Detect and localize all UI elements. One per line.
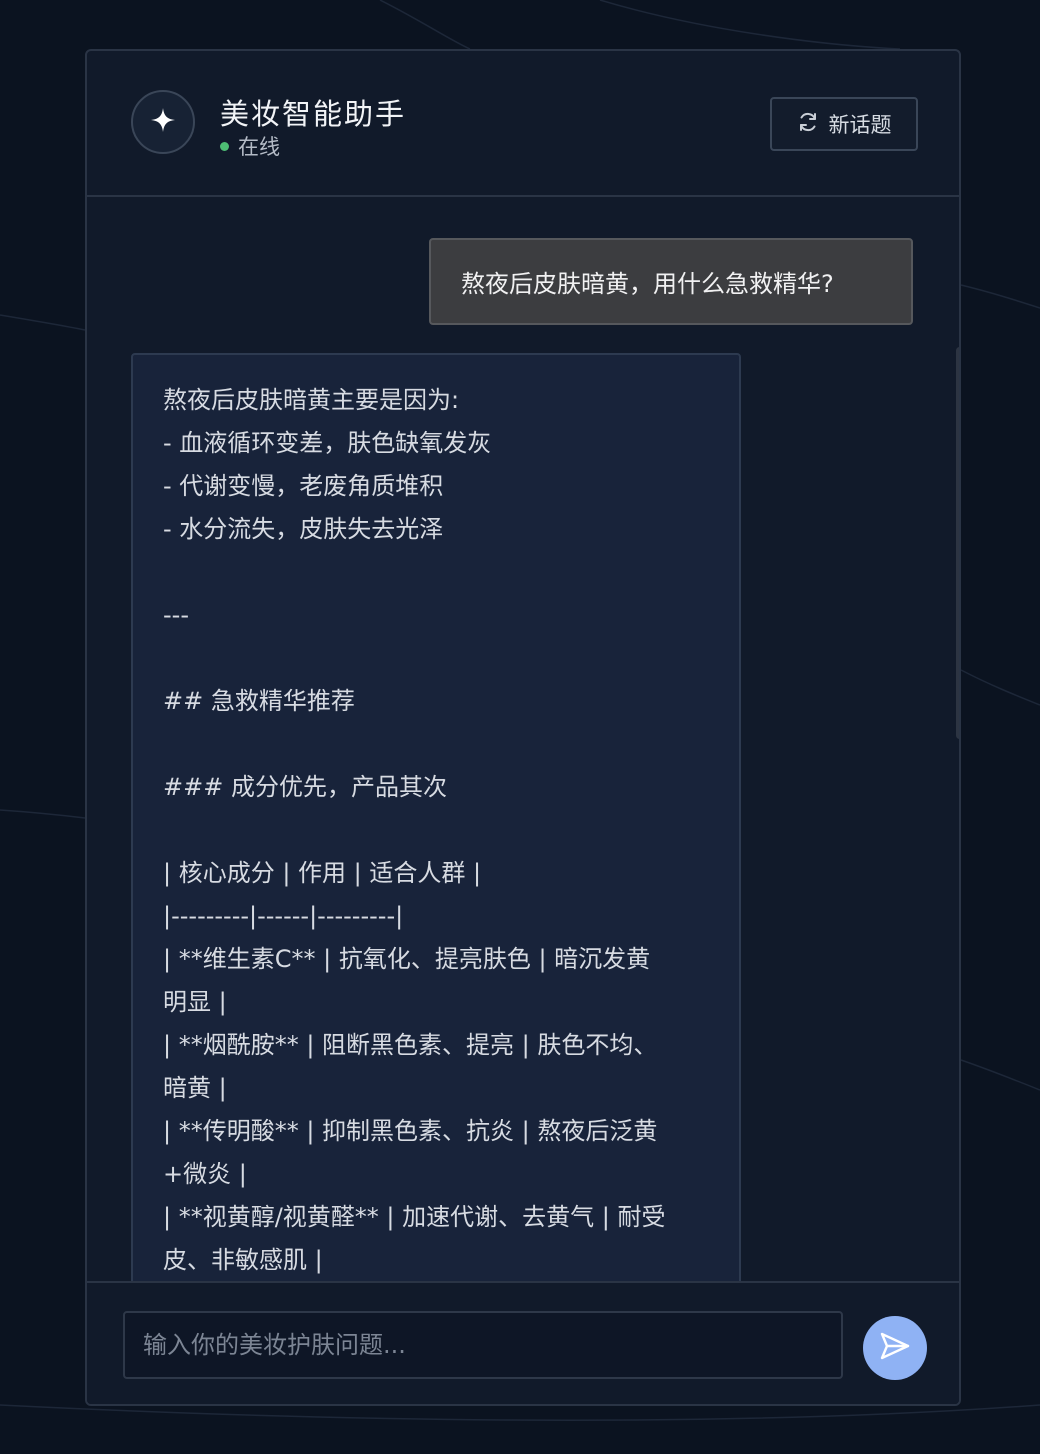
assistant-message-line xyxy=(163,809,709,852)
assistant-message-line: 皮、非敏感肌 | xyxy=(163,1246,323,1274)
new-topic-button[interactable]: 新话题 xyxy=(770,97,918,151)
assistant-message-line: | **视黄醇/视黄醛** | 加速代谢、去黄气 | 耐受 xyxy=(163,1203,666,1231)
online-dot xyxy=(220,141,229,151)
user-message-text: 熬夜后皮肤暗黄，用什么急救精华? xyxy=(461,270,834,298)
status-label: 在线 xyxy=(238,135,280,159)
assistant-message-line: +微炎 | xyxy=(163,1160,247,1188)
assistant-message-line: ## 急救精华推荐 xyxy=(163,687,355,715)
online-status: 在线 xyxy=(220,131,280,161)
assistant-message-line xyxy=(163,637,709,680)
assistant-message-line xyxy=(163,551,709,594)
message-input[interactable] xyxy=(123,1311,843,1379)
assistant-message-line: | **维生素C** | 抗氧化、提亮肤色 | 暗沉发黄 xyxy=(163,945,651,973)
refresh-icon xyxy=(797,111,819,138)
composer xyxy=(87,1281,959,1404)
assistant-message-line: 熬夜后皮肤暗黄主要是因为: xyxy=(163,386,460,414)
scrollbar-thumb[interactable] xyxy=(956,347,959,739)
sparkle-icon xyxy=(150,107,176,137)
send-button[interactable] xyxy=(863,1316,927,1380)
assistant-message-line: ### 成分优先，产品其次 xyxy=(163,773,447,801)
assistant-avatar xyxy=(131,90,195,154)
send-icon xyxy=(879,1330,911,1366)
assistant-message-line xyxy=(163,723,709,766)
assistant-message-line: - 代谢变慢，老废角质堆积 xyxy=(163,472,444,500)
chat-header: 美妆智能助手 在线 新话题 xyxy=(87,51,959,197)
assistant-message-line: | **烟酰胺** | 阻断黑色素、提亮 | 肤色不均、 xyxy=(163,1031,658,1059)
assistant-message: 熬夜后皮肤暗黄主要是因为: - 血液循环变差，肤色缺氧发灰 - 代谢变慢，老废角… xyxy=(131,353,741,1281)
assistant-message-line: 明显 | xyxy=(163,988,227,1016)
assistant-message-line: - 血液循环变差，肤色缺氧发灰 xyxy=(163,429,492,457)
assistant-message-line: | **传明酸** | 抑制黑色素、抗炎 | 熬夜后泛黄 xyxy=(163,1117,658,1145)
chat-window: 美妆智能助手 在线 新话题 熬夜后皮肤暗黄，用什么急救精华? 熬夜后皮肤暗黄主要… xyxy=(85,49,961,1406)
message-list[interactable]: 熬夜后皮肤暗黄，用什么急救精华? 熬夜后皮肤暗黄主要是因为: - 血液循环变差，… xyxy=(87,197,959,1281)
assistant-message-line: | 核心成分 | 作用 | 适合人群 | xyxy=(163,859,482,887)
assistant-message-line: --- xyxy=(163,601,189,629)
assistant-message-line: 暗黄 | xyxy=(163,1074,227,1102)
new-topic-label: 新话题 xyxy=(828,113,892,137)
user-message: 熬夜后皮肤暗黄，用什么急救精华? xyxy=(429,238,913,325)
assistant-message-line: - 水分流失，皮肤失去光泽 xyxy=(163,515,444,543)
assistant-message-line: |---------|------|---------| xyxy=(163,902,404,930)
assistant-title: 美妆智能助手 xyxy=(220,97,407,131)
